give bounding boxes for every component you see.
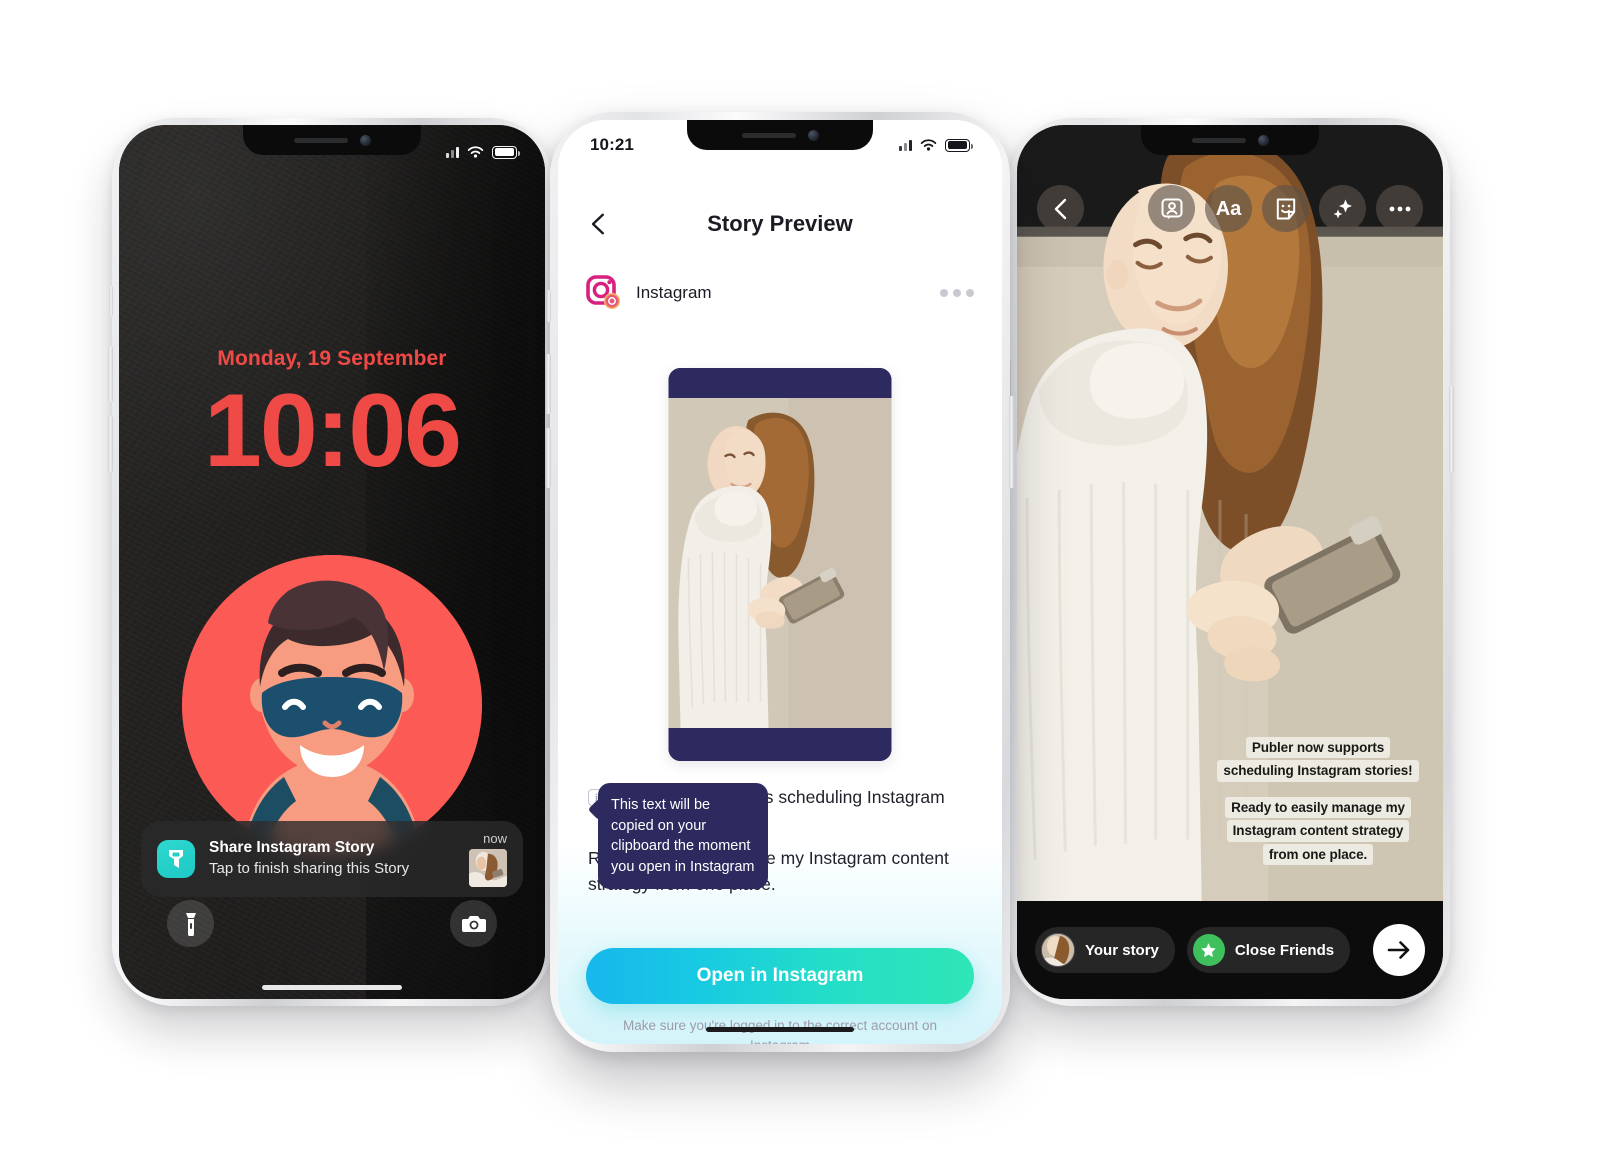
story-canvas[interactable] (1017, 125, 1443, 901)
lock-time: 10:06 (204, 373, 462, 489)
green-star-icon (1192, 934, 1225, 966)
back-chevron-icon (1054, 198, 1066, 219)
front-camera-icon (1257, 134, 1269, 146)
notification-title: Share Instagram Story (209, 839, 375, 857)
phone3-screen: Aa Publer now supports scheduling Instag… (1017, 125, 1443, 999)
lock-quick-actions (119, 900, 545, 947)
mute-switch[interactable] (547, 290, 551, 322)
avatar (1041, 933, 1075, 967)
text-tool-button[interactable]: Aa (1205, 185, 1252, 232)
mute-switch[interactable] (109, 286, 113, 316)
more-options-icon[interactable] (940, 289, 974, 297)
back-button[interactable] (586, 211, 612, 237)
your-story-button[interactable]: Your story (1035, 927, 1175, 973)
account-name: Instagram (636, 283, 712, 302)
volume-down-button[interactable] (546, 428, 551, 488)
text-aa-icon: Aa (1215, 197, 1242, 220)
camera-button[interactable] (450, 900, 497, 947)
more-button[interactable] (1376, 185, 1423, 232)
your-story-label: Your story (1085, 941, 1159, 959)
flashlight-icon (185, 912, 196, 936)
preview-photo (668, 398, 892, 728)
overlay-line: Instagram content strategy (1226, 820, 1410, 842)
star-glyph-icon (1201, 942, 1217, 957)
status-bar: 10:21 (558, 132, 1002, 158)
home-indicator (706, 1027, 854, 1032)
phone-story-editor: Aa Publer now supports scheduling Instag… (1006, 118, 1454, 1006)
volume-up-button[interactable] (546, 354, 551, 414)
overlay-line: scheduling Instagram stories! (1217, 760, 1419, 782)
close-friends-label: Close Friends (1234, 941, 1335, 959)
volume-down-button[interactable] (108, 416, 113, 472)
notification-time: now (483, 831, 507, 846)
more-options-icon (1389, 206, 1410, 211)
avatar (182, 555, 482, 855)
back-button[interactable] (1037, 185, 1084, 232)
masked-superhero-avatar-icon (182, 555, 482, 855)
volume-up-button[interactable] (108, 346, 113, 402)
sticker-button[interactable] (1262, 185, 1309, 232)
screenshot-stage: Monday, 19 September 10:06 Share Instagr… (0, 0, 1600, 1171)
earpiece-speaker-icon (1191, 137, 1246, 143)
notification-text: Share Instagram Story Tap to finish shar… (209, 838, 455, 879)
phone1-screen: Monday, 19 September 10:06 Share Instagr… (119, 125, 545, 999)
phone2-screen: 10:21 Story Preview Instagram i scheduli… (558, 120, 1002, 1044)
close-friends-button[interactable]: Close Friends (1186, 927, 1351, 973)
publer-app-icon (157, 840, 195, 878)
phone-app-screen: 10:21 Story Preview Instagram i scheduli… (546, 112, 1014, 1052)
effects-button[interactable] (1319, 185, 1366, 232)
sticker-profile-button[interactable] (1148, 185, 1195, 232)
signal-bars-icon (899, 139, 912, 151)
story-text-overlay-2[interactable]: Ready to easily manage my Instagram cont… (1213, 797, 1423, 867)
notification-subtitle: Tap to finish sharing this Story (209, 860, 410, 878)
preview-top-bar (668, 368, 892, 398)
status-icons (899, 138, 973, 152)
power-button[interactable] (1009, 396, 1014, 488)
wifi-icon (920, 139, 937, 151)
overlay-line: Publer now supports (1245, 737, 1391, 759)
overlay-line: Ready to easily manage my (1225, 797, 1411, 819)
publer-logo-icon (169, 850, 183, 868)
lock-date: Monday, 19 September (217, 347, 447, 370)
app-navigation-bar: Story Preview (558, 202, 1002, 246)
send-story-button[interactable] (1373, 924, 1425, 976)
woman-with-phone-photo (668, 398, 892, 728)
status-time: 10:21 (590, 135, 634, 154)
page-title: Story Preview (707, 211, 853, 236)
home-indicator (262, 985, 402, 990)
woman-with-phone-photo (1017, 125, 1443, 901)
story-preview-image[interactable] (668, 368, 892, 761)
overlay-line: from one place. (1262, 843, 1374, 865)
story-share-bar: Your story Close Friends (1017, 901, 1443, 999)
flashlight-button[interactable] (167, 900, 214, 947)
instagram-logo-icon (586, 275, 622, 311)
story-text-overlay-1[interactable]: Publer now supports scheduling Instagram… (1213, 737, 1423, 784)
phone-lock-screen: Monday, 19 September 10:06 Share Instagr… (108, 118, 556, 1006)
status-bar (119, 139, 545, 165)
camera-icon (461, 915, 486, 932)
profile-card-icon (1161, 198, 1182, 219)
smiley-sticker-icon (1276, 198, 1295, 219)
battery-icon (945, 138, 973, 152)
notification-meta: now (469, 831, 507, 887)
story-editor-toolbar: Aa (1017, 185, 1443, 232)
user-avatar-image (1042, 934, 1074, 966)
preview-bottom-bar (668, 728, 892, 761)
battery-icon (492, 145, 520, 159)
signal-bars-icon (446, 146, 459, 158)
story-thumbnail-image (469, 849, 507, 887)
clipboard-tooltip: This text will be copied on your clipboa… (598, 783, 768, 890)
notch (1141, 125, 1319, 155)
notification-thumbnail (469, 849, 507, 887)
power-button[interactable] (1449, 386, 1454, 472)
arrow-right-icon (1387, 941, 1410, 959)
open-in-instagram-button[interactable]: Open in Instagram (586, 948, 974, 1004)
account-row: Instagram (586, 272, 974, 314)
sparkles-icon (1333, 199, 1352, 218)
notification-banner[interactable]: Share Instagram Story Tap to finish shar… (141, 821, 523, 897)
wifi-icon (467, 146, 484, 158)
